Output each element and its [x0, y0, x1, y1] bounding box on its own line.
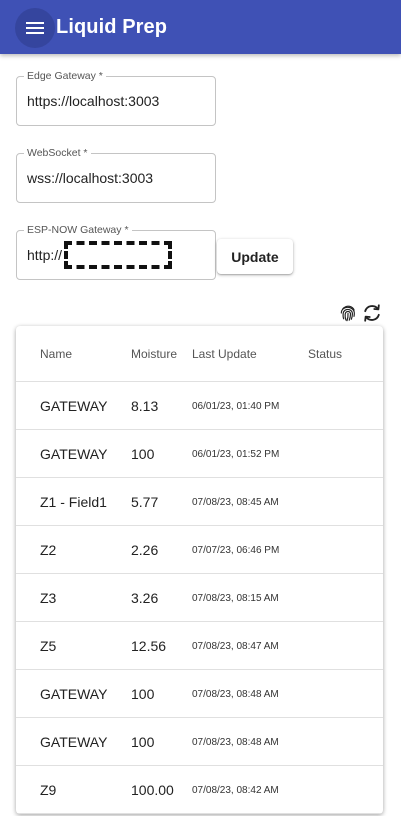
row-name: GATEWAY	[40, 446, 108, 462]
row-last-update: 07/08/23, 08:48 AM	[192, 689, 279, 700]
row-name: Z3	[40, 590, 57, 606]
top-app-bar: Liquid Prep	[0, 0, 401, 54]
row-moisture: 12.56	[131, 638, 167, 654]
espnow-gateway-label: ESP-NOW Gateway *	[24, 223, 132, 237]
row-name: Z1 - Field1	[40, 494, 107, 510]
row-name: GATEWAY	[40, 734, 108, 750]
header-moisture[interactable]: Moisture	[131, 346, 177, 362]
table-row[interactable]: GATEWAY 100 06/01/23, 01:52 PM	[16, 430, 383, 478]
table-row[interactable]: Z5 12.56 07/08/23, 08:47 AM	[16, 622, 383, 670]
row-last-update: 07/08/23, 08:15 AM	[192, 593, 279, 604]
row-name: Z2	[40, 542, 57, 558]
fingerprint-icon	[338, 303, 358, 328]
table-header: Name Moisture Last Update Status	[16, 326, 383, 382]
hamburger-menu-icon	[25, 20, 45, 36]
table-row[interactable]: Z3 3.26 07/08/23, 08:15 AM	[16, 574, 383, 622]
row-moisture: 8.13	[131, 398, 159, 414]
row-name: GATEWAY	[40, 686, 108, 702]
edge-gateway-input[interactable]	[27, 92, 207, 110]
row-name: GATEWAY	[40, 398, 108, 414]
table-row[interactable]: Z9 100.00 07/08/23, 08:42 AM	[16, 766, 383, 814]
header-last-update[interactable]: Last Update	[192, 346, 257, 362]
sync-button[interactable]	[361, 303, 383, 328]
row-moisture: 2.26	[131, 542, 159, 558]
row-last-update: 07/07/23, 06:46 PM	[192, 545, 280, 556]
edge-gateway-label: Edge Gateway *	[24, 69, 106, 83]
menu-button[interactable]	[15, 8, 55, 48]
table-row[interactable]: GATEWAY 8.13 06/01/23, 01:40 PM	[16, 382, 383, 430]
table-row[interactable]: Z1 - Field1 5.77 07/08/23, 08:45 AM	[16, 478, 383, 526]
row-last-update: 07/08/23, 08:42 AM	[192, 785, 279, 796]
update-button[interactable]: Update	[217, 239, 293, 274]
row-name: Z5	[40, 638, 57, 654]
row-last-update: 07/08/23, 08:47 AM	[192, 641, 279, 652]
edge-gateway-field[interactable]: Edge Gateway *	[16, 69, 216, 126]
table-row[interactable]: Z2 2.26 07/07/23, 06:46 PM	[16, 526, 383, 574]
row-last-update: 06/01/23, 01:52 PM	[192, 449, 280, 460]
redacted-region	[64, 241, 172, 269]
row-last-update: 07/08/23, 08:48 AM	[192, 737, 279, 748]
row-last-update: 06/01/23, 01:40 PM	[192, 401, 280, 412]
header-status[interactable]: Status	[308, 346, 342, 362]
websocket-field[interactable]: WebSocket *	[16, 146, 216, 203]
app-root: Liquid Prep Edge Gateway * WebSocket * E…	[0, 0, 401, 816]
websocket-label: WebSocket *	[24, 146, 91, 160]
sensor-table-card: Name Moisture Last Update Status GATEWAY…	[16, 326, 383, 814]
row-moisture: 100.00	[131, 782, 174, 798]
websocket-input[interactable]	[27, 169, 207, 187]
table-row[interactable]: GATEWAY 100 07/08/23, 08:48 AM	[16, 718, 383, 766]
row-moisture: 3.26	[131, 590, 159, 606]
app-title: Liquid Prep	[56, 16, 168, 38]
sync-icon	[361, 303, 383, 328]
row-moisture: 100	[131, 446, 155, 462]
row-moisture: 100	[131, 734, 155, 750]
row-last-update: 07/08/23, 08:45 AM	[192, 497, 279, 508]
header-name[interactable]: Name	[40, 346, 72, 362]
fingerprint-button[interactable]	[337, 304, 359, 326]
row-moisture: 100	[131, 686, 155, 702]
table-row[interactable]: GATEWAY 100 07/08/23, 08:48 AM	[16, 670, 383, 718]
row-name: Z9	[40, 782, 57, 798]
row-moisture: 5.77	[131, 494, 159, 510]
